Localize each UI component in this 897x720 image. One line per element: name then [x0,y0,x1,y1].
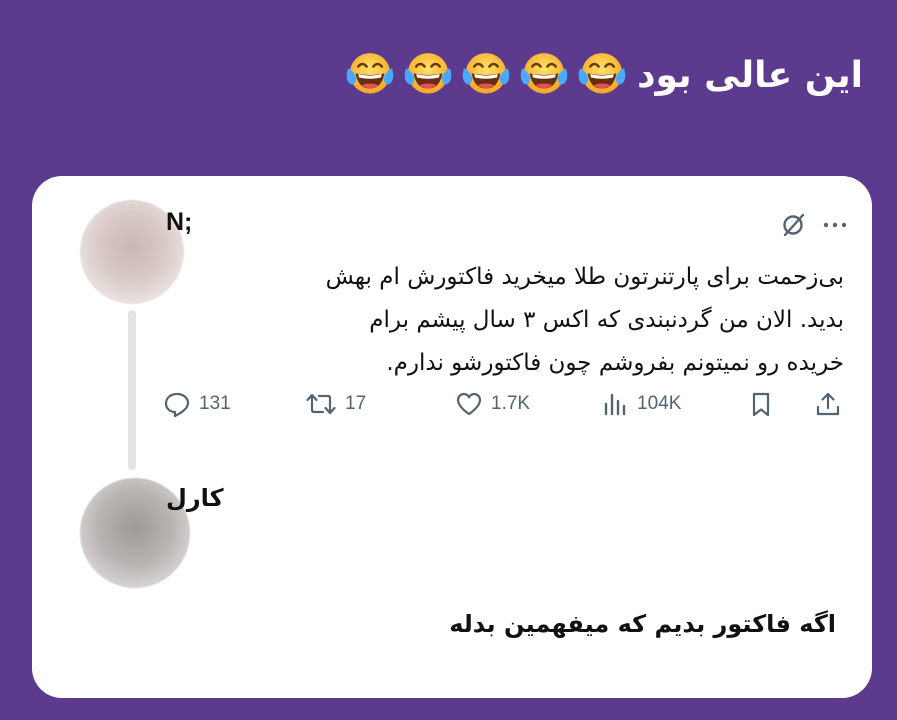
face-with-tears-of-joy-icon [520,53,568,94]
like-button[interactable]: 1.7K [454,390,530,418]
tweet-text-line: بی‌زحمت برای پارتنرتون طلا میخرید فاکتور… [325,264,844,290]
emoji-row [343,48,633,102]
face-with-tears-of-joy-icon [346,53,394,94]
more-options-icon[interactable] [822,220,848,230]
share-icon [816,392,840,416]
heart-icon [456,392,482,416]
post-caption: این عالی بود [343,48,863,102]
like-count: 1.7K [491,393,531,414]
tweet-author-name[interactable]: N; [166,208,192,237]
bookmark-button[interactable] [748,390,781,418]
reply-text: اگه فاکتور بدیم که میفهمین بدله [449,610,836,638]
grok-icon[interactable] [778,210,808,240]
reply-icon [164,392,190,418]
tweet-text-line: بدید. الان من گردنبندی که اکس ۳ سال پیشم… [369,307,844,333]
thread-connector-line [128,310,136,470]
view-count: 104K [637,393,682,414]
face-with-tears-of-joy-icon [578,53,626,94]
face-with-tears-of-joy-icon [462,53,510,94]
tweet-actions-bar: 131 17 1.7K 104K [162,390,852,424]
bookmark-icon [752,392,770,417]
tweet-text: بی‌زحمت برای پارتنرتون طلا میخرید فاکتور… [204,256,844,385]
tweet-top-icons [778,210,848,240]
retweet-icon [306,393,336,415]
face-with-tears-of-joy-icon [404,53,452,94]
retweet-count: 17 [345,393,367,414]
reply-button[interactable]: 131 [162,390,231,418]
retweet-button[interactable]: 17 [304,390,366,418]
views-chart-icon [604,393,626,416]
caption-text: این عالی بود [637,54,863,96]
reply-author-name[interactable]: کارل [166,484,224,512]
tweet-card: N; بی‌زحمت برای پارتنرتون طلا میخرید فاک… [32,176,872,698]
views-button[interactable]: 104K [600,390,681,418]
share-button[interactable] [814,390,849,418]
tweet-text-line: خریده رو نمیتونم بفروشم چون فاکتورشو ندا… [386,350,844,376]
reply-count: 131 [199,393,231,414]
